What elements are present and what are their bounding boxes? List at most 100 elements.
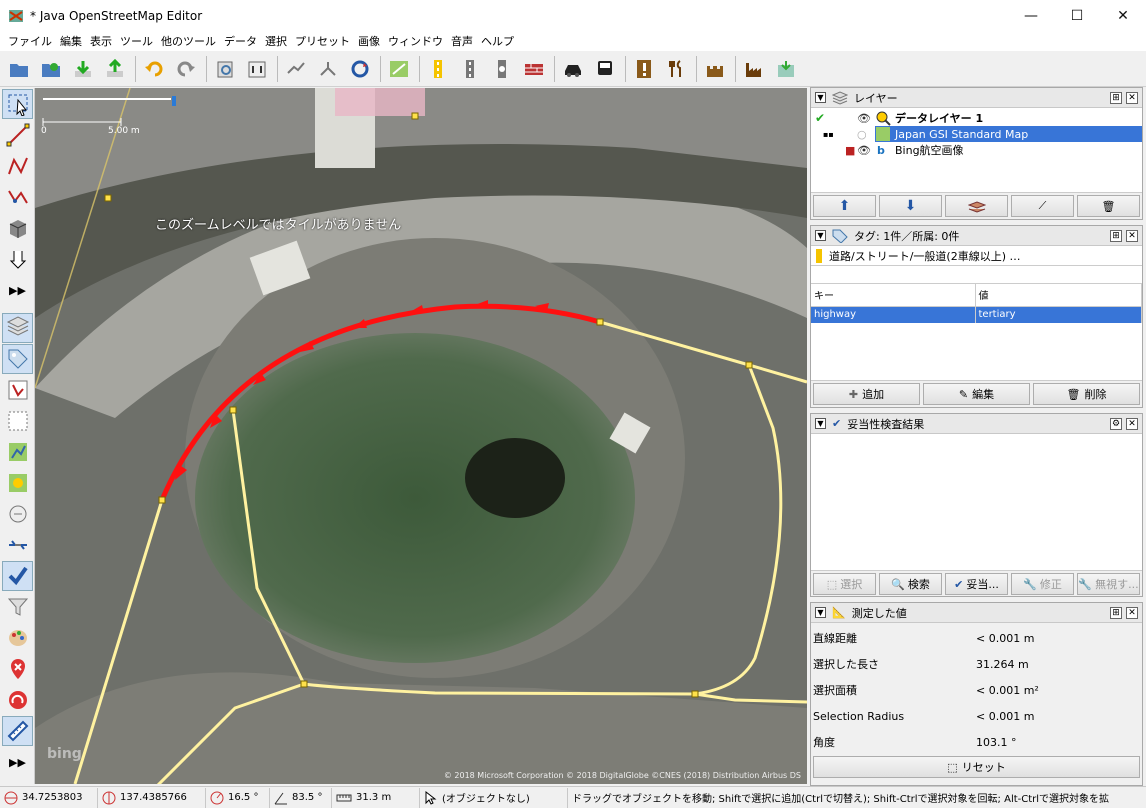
conflict-toggle-icon[interactable] bbox=[2, 468, 33, 498]
history-toggle-icon[interactable] bbox=[2, 437, 33, 467]
col-key-header[interactable]: キー bbox=[811, 284, 976, 307]
split-way-icon[interactable] bbox=[281, 54, 311, 84]
tag-value[interactable]: tertiary bbox=[975, 306, 1142, 323]
layer-row-gsi-selected[interactable]: Japan GSI Standard Map bbox=[875, 126, 1142, 142]
relations-toggle-icon[interactable] bbox=[2, 375, 33, 405]
improve-way-icon[interactable] bbox=[2, 151, 33, 181]
tags-toggle-icon[interactable] bbox=[2, 344, 33, 374]
menu-windows[interactable]: ウィンドウ bbox=[384, 33, 447, 49]
reverse-way-icon[interactable] bbox=[345, 54, 375, 84]
undo-icon[interactable] bbox=[139, 54, 169, 84]
menu-more-tools[interactable]: 他のツール bbox=[157, 33, 220, 49]
collapse-toggle-icon[interactable]: ▼ bbox=[815, 230, 826, 241]
road-minor-preset-icon[interactable] bbox=[455, 54, 485, 84]
menu-tools[interactable]: ツール bbox=[116, 33, 157, 49]
menu-imagery[interactable]: 画像 bbox=[354, 33, 384, 49]
draw-mode-icon[interactable] bbox=[2, 120, 33, 150]
reset-button[interactable]: ⬚ リセット bbox=[813, 756, 1140, 778]
validator-results-list[interactable] bbox=[811, 434, 1142, 570]
visible-eye-icon[interactable]: 👁 bbox=[857, 144, 871, 157]
download-icon[interactable] bbox=[68, 54, 98, 84]
menu-presets[interactable]: プリセット bbox=[291, 33, 354, 49]
validate-button[interactable]: ✔ 妥当... bbox=[945, 573, 1008, 595]
visible-eye-icon[interactable]: 👁 bbox=[857, 112, 871, 125]
select-mode-icon[interactable] bbox=[2, 89, 33, 119]
industrial-icon[interactable] bbox=[739, 54, 769, 84]
car-icon[interactable] bbox=[558, 54, 588, 84]
imagery-attribution[interactable]: © 2018 Microsoft Corporation © 2018 Digi… bbox=[444, 771, 801, 780]
menu-edit[interactable]: 編集 bbox=[56, 33, 86, 49]
recycling-icon[interactable] bbox=[771, 54, 801, 84]
menu-data[interactable]: データ bbox=[220, 33, 261, 49]
activate-layer-button[interactable] bbox=[945, 195, 1008, 217]
settings-dialog-icon[interactable] bbox=[242, 54, 272, 84]
delete-mode-icon[interactable] bbox=[2, 244, 33, 274]
castle-icon[interactable] bbox=[700, 54, 730, 84]
add-tag-button[interactable]: ✚ 追加 bbox=[813, 383, 920, 405]
map-view[interactable]: 0 5.00 m このズームレベルではタイルがありません bing © 2018… bbox=[35, 88, 807, 784]
collapse-toggle-icon[interactable]: ▼ bbox=[815, 607, 826, 618]
select-button[interactable]: ⬚ 選択 bbox=[813, 573, 876, 595]
maximize-button[interactable]: ☐ bbox=[1054, 0, 1100, 31]
combine-way-icon[interactable] bbox=[313, 54, 343, 84]
menu-file[interactable]: ファイル bbox=[4, 33, 56, 49]
detach-icon[interactable]: ⊞ bbox=[1110, 229, 1122, 242]
notes-toggle-icon[interactable] bbox=[2, 654, 33, 684]
move-up-button[interactable]: ⬆ bbox=[813, 195, 876, 217]
simplify-way-icon[interactable] bbox=[384, 54, 414, 84]
tag-key[interactable]: highway bbox=[811, 306, 976, 323]
delete-tag-button[interactable]: 🗑 削除 bbox=[1033, 383, 1140, 405]
move-down-button[interactable]: ⬇ bbox=[879, 195, 942, 217]
poi-warning-icon[interactable] bbox=[629, 54, 659, 84]
bus-icon[interactable] bbox=[590, 54, 620, 84]
layers-toggle-icon[interactable] bbox=[2, 313, 33, 343]
minimize-button[interactable]: — bbox=[1008, 0, 1054, 31]
settings-icon[interactable]: ⚙ bbox=[1110, 417, 1122, 430]
more-toggles-icon[interactable]: ▶▶ bbox=[2, 747, 33, 777]
layer-row-data[interactable]: ✔ 👁 データレイヤー 1 bbox=[811, 110, 1142, 126]
detach-icon[interactable]: ⊞ bbox=[1110, 606, 1122, 619]
menu-help[interactable]: ヘルプ bbox=[477, 33, 518, 49]
ignore-button[interactable]: 🔧 無視す... bbox=[1077, 573, 1140, 595]
open-file-icon[interactable] bbox=[4, 54, 34, 84]
measurement-toggle-icon[interactable] bbox=[2, 716, 33, 746]
map-canvas[interactable] bbox=[35, 88, 807, 784]
upload-icon[interactable] bbox=[100, 54, 130, 84]
wall-preset-icon[interactable] bbox=[519, 54, 549, 84]
path-preset-icon[interactable] bbox=[487, 54, 517, 84]
validator-toggle-icon[interactable] bbox=[2, 561, 33, 591]
close-panel-icon[interactable]: ✕ bbox=[1126, 91, 1138, 104]
delete-layer-button[interactable]: 🗑 bbox=[1077, 195, 1140, 217]
filter-toggle-icon[interactable] bbox=[2, 499, 33, 529]
restaurant-icon[interactable] bbox=[661, 54, 691, 84]
changeset-toggle-icon[interactable] bbox=[2, 530, 33, 560]
fix-button[interactable]: 🔧 修正 bbox=[1011, 573, 1074, 595]
layer-row-gsi[interactable]: ▪▪ ○ Japan GSI Standard Map bbox=[811, 126, 1142, 142]
more-modes-icon[interactable]: ▶▶ bbox=[2, 275, 33, 305]
detach-icon[interactable]: ⊞ bbox=[1110, 91, 1122, 104]
open-location-icon[interactable] bbox=[36, 54, 66, 84]
layer-row-bing[interactable]: ■ 👁 b Bing航空画像 bbox=[811, 142, 1142, 158]
preset-link[interactable]: 道路/ストリート/一般道(2車線以上) … bbox=[811, 246, 1142, 266]
filter-funnel-icon[interactable] bbox=[2, 592, 33, 622]
close-panel-icon[interactable]: ✕ bbox=[1126, 229, 1138, 242]
extrude-icon[interactable] bbox=[2, 213, 33, 243]
search-button[interactable]: 🔍 検索 bbox=[879, 573, 942, 595]
edit-tag-button[interactable]: ✎ 編集 bbox=[923, 383, 1030, 405]
road-preset-icon[interactable] bbox=[423, 54, 453, 84]
preferences-icon[interactable] bbox=[210, 54, 240, 84]
close-panel-icon[interactable]: ✕ bbox=[1126, 606, 1138, 619]
redo-icon[interactable] bbox=[171, 54, 201, 84]
close-panel-icon[interactable]: ✕ bbox=[1126, 417, 1138, 430]
layer-settings-button[interactable]: ⟋ bbox=[1011, 195, 1074, 217]
command-stack-icon[interactable] bbox=[2, 685, 33, 715]
menu-selection[interactable]: 選択 bbox=[261, 33, 291, 49]
collapse-toggle-icon[interactable]: ▼ bbox=[815, 418, 826, 429]
collapse-toggle-icon[interactable]: ▼ bbox=[815, 92, 826, 103]
selection-list-toggle-icon[interactable] bbox=[2, 406, 33, 436]
hidden-eye-icon[interactable]: ○ bbox=[857, 128, 867, 141]
parallel-way-icon[interactable] bbox=[2, 182, 33, 212]
col-value-header[interactable]: 値 bbox=[975, 284, 1142, 307]
close-window-button[interactable]: ✕ bbox=[1100, 0, 1146, 31]
table-row[interactable]: highway tertiary bbox=[811, 306, 1142, 323]
